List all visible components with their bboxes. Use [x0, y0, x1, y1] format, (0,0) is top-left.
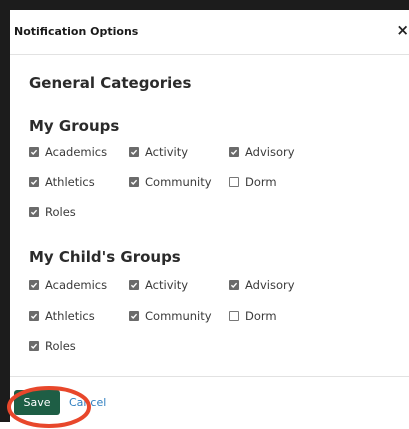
dialog-header: Notification Options ×: [10, 10, 409, 55]
my-groups-advisory-checkbox[interactable]: Advisory: [229, 145, 295, 159]
child-groups-academics-checkbox[interactable]: Academics: [29, 278, 107, 292]
background-edge-left: [0, 0, 10, 422]
child-groups-activity-checkbox[interactable]: Activity: [129, 278, 188, 292]
checkbox-label: Advisory: [245, 278, 295, 292]
checkbox-icon[interactable]: [129, 147, 139, 157]
general-categories-heading: General Categories: [29, 74, 192, 92]
checkbox-icon[interactable]: [29, 280, 39, 290]
checkbox-label: Athletics: [45, 309, 95, 323]
cancel-link[interactable]: Cancel: [69, 396, 106, 409]
checkbox-icon[interactable]: [29, 147, 39, 157]
checkbox-icon[interactable]: [29, 177, 39, 187]
checkbox-label: Roles: [45, 205, 76, 219]
checkbox-icon[interactable]: [229, 177, 239, 187]
checkbox-label: Community: [145, 309, 212, 323]
dialog-title: Notification Options: [14, 25, 139, 38]
close-icon[interactable]: ×: [396, 22, 409, 38]
my-groups-roles-checkbox[interactable]: Roles: [29, 205, 76, 219]
checkbox-label: Dorm: [245, 309, 277, 323]
child-groups-dorm-checkbox[interactable]: Dorm: [229, 309, 277, 323]
checkbox-label: Activity: [145, 278, 189, 292]
checkbox-icon[interactable]: [229, 311, 239, 321]
checkbox-icon[interactable]: [29, 207, 39, 217]
checkbox-icon[interactable]: [229, 147, 239, 157]
footer-divider: [10, 376, 409, 377]
checkbox-label: Advisory: [245, 145, 295, 159]
my-groups-athletics-checkbox[interactable]: Athletics: [29, 175, 95, 189]
my-groups-community-checkbox[interactable]: Community: [129, 175, 212, 189]
checkbox-icon[interactable]: [129, 311, 139, 321]
checkbox-icon[interactable]: [29, 311, 39, 321]
my-groups-heading: My Groups: [29, 117, 120, 135]
my-groups-academics-checkbox[interactable]: Academics: [29, 145, 107, 159]
checkbox-label: Academics: [45, 145, 108, 159]
checkbox-label: Roles: [45, 339, 76, 353]
child-groups-heading: My Child's Groups: [29, 248, 181, 266]
checkbox-label: Athletics: [45, 175, 95, 189]
child-groups-advisory-checkbox[interactable]: Advisory: [229, 278, 295, 292]
child-groups-roles-checkbox[interactable]: Roles: [29, 339, 76, 353]
checkbox-label: Community: [145, 175, 212, 189]
notification-options-dialog: Notification Options × General Categorie…: [7, 10, 409, 428]
child-groups-athletics-checkbox[interactable]: Athletics: [29, 309, 95, 323]
save-button[interactable]: Save: [14, 390, 60, 415]
checkbox-label: Academics: [45, 278, 108, 292]
background-edge-top: [0, 0, 409, 10]
checkbox-label: Dorm: [245, 175, 277, 189]
checkbox-icon[interactable]: [29, 341, 39, 351]
my-groups-dorm-checkbox[interactable]: Dorm: [229, 175, 277, 189]
child-groups-community-checkbox[interactable]: Community: [129, 309, 212, 323]
checkbox-icon[interactable]: [129, 177, 139, 187]
my-groups-activity-checkbox[interactable]: Activity: [129, 145, 188, 159]
checkbox-icon[interactable]: [129, 280, 139, 290]
checkbox-icon[interactable]: [229, 280, 239, 290]
checkbox-label: Activity: [145, 145, 189, 159]
